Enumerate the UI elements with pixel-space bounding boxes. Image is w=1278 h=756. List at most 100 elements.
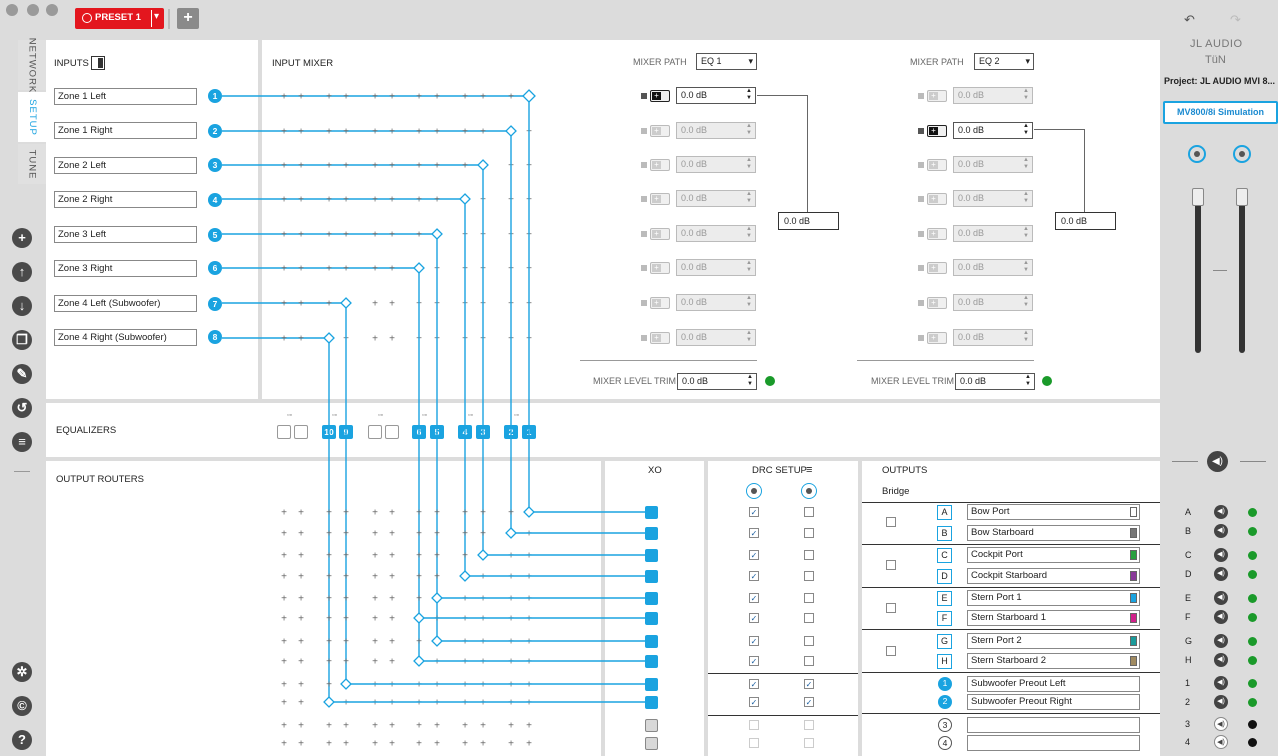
route-node[interactable]: + xyxy=(281,92,287,103)
output-name-field[interactable] xyxy=(967,717,1140,733)
route-node[interactable]: + xyxy=(526,572,532,583)
route-node[interactable]: + xyxy=(281,739,287,750)
route-node[interactable]: + xyxy=(326,739,332,750)
route-node[interactable]: + xyxy=(416,594,422,605)
route-node[interactable]: + xyxy=(526,739,532,750)
xo-button[interactable] xyxy=(645,719,658,732)
route-node[interactable]: + xyxy=(372,614,378,625)
drc-checkbox[interactable]: ✓ xyxy=(749,571,759,581)
route-node[interactable]: + xyxy=(434,508,440,519)
color-swatch[interactable] xyxy=(1130,636,1137,646)
route-node[interactable]: + xyxy=(462,680,468,691)
route-node[interactable]: + xyxy=(462,637,468,648)
route-node[interactable]: + xyxy=(434,721,440,732)
speaker-icon[interactable]: ◀) xyxy=(1214,653,1228,667)
drc-checkbox[interactable] xyxy=(749,720,759,730)
xo-button[interactable] xyxy=(645,570,658,583)
color-swatch[interactable] xyxy=(1130,571,1137,581)
simulation-button[interactable]: MV800/8i Simulation xyxy=(1163,101,1278,124)
route-node[interactable]: + xyxy=(462,161,468,172)
drc-checkbox[interactable] xyxy=(804,738,814,748)
route-node[interactable]: + xyxy=(389,230,395,241)
route-node[interactable]: + xyxy=(372,572,378,583)
route-node[interactable]: + xyxy=(416,739,422,750)
route-node[interactable]: + xyxy=(372,92,378,103)
route-node[interactable]: + xyxy=(326,529,332,540)
route-node[interactable]: + xyxy=(480,680,486,691)
speaker-icon[interactable]: ◀) xyxy=(1214,548,1228,562)
xo-button[interactable] xyxy=(645,612,658,625)
drc-checkbox[interactable]: ✓ xyxy=(749,550,759,560)
xo-button[interactable] xyxy=(645,635,658,648)
drc-checkbox[interactable]: ✓ xyxy=(749,507,759,517)
route-node[interactable]: + xyxy=(526,637,532,648)
fader-handle[interactable] xyxy=(1236,188,1248,206)
drc-checkbox[interactable] xyxy=(804,528,814,538)
drc-checkbox[interactable] xyxy=(804,720,814,730)
route-connection-node[interactable] xyxy=(323,332,335,344)
route-connection-node[interactable] xyxy=(431,228,443,240)
drc-checkbox[interactable]: ✓ xyxy=(804,697,814,707)
bridge-checkbox[interactable] xyxy=(886,603,896,613)
route-node[interactable]: + xyxy=(526,551,532,562)
route-node[interactable]: + xyxy=(343,657,349,668)
route-node[interactable]: + xyxy=(372,529,378,540)
route-node[interactable]: + xyxy=(372,127,378,138)
route-node[interactable]: + xyxy=(372,739,378,750)
route-node[interactable]: + xyxy=(326,92,332,103)
route-node[interactable]: + xyxy=(389,572,395,583)
speaker-icon[interactable]: ◀) xyxy=(1214,591,1228,605)
drc-ring-2[interactable] xyxy=(801,483,817,499)
route-node[interactable]: + xyxy=(416,529,422,540)
route-node[interactable]: + xyxy=(372,161,378,172)
route-node[interactable]: + xyxy=(389,508,395,519)
route-node[interactable]: + xyxy=(372,721,378,732)
route-node[interactable]: + xyxy=(298,721,304,732)
route-node[interactable]: + xyxy=(298,614,304,625)
redo-icon[interactable]: ↷ xyxy=(1230,12,1241,28)
route-node[interactable]: + xyxy=(298,508,304,519)
route-node[interactable]: + xyxy=(343,594,349,605)
route-node[interactable]: + xyxy=(480,739,486,750)
route-node[interactable]: + xyxy=(434,698,440,709)
route-connection-node[interactable] xyxy=(413,262,425,274)
route-node[interactable]: + xyxy=(281,698,287,709)
route-node[interactable]: + xyxy=(343,698,349,709)
route-node[interactable]: + xyxy=(281,594,287,605)
route-node[interactable]: + xyxy=(326,551,332,562)
route-node[interactable]: + xyxy=(298,127,304,138)
route-node[interactable]: + xyxy=(326,161,332,172)
route-node[interactable]: + xyxy=(389,657,395,668)
route-node[interactable]: + xyxy=(416,721,422,732)
route-node[interactable]: + xyxy=(298,529,304,540)
bridge-checkbox[interactable] xyxy=(886,517,896,527)
route-connection-node[interactable] xyxy=(431,635,443,647)
route-node[interactable]: + xyxy=(462,508,468,519)
route-node[interactable]: + xyxy=(416,680,422,691)
route-node[interactable]: + xyxy=(526,594,532,605)
route-node[interactable]: + xyxy=(326,572,332,583)
route-node[interactable]: + xyxy=(462,698,468,709)
xo-button[interactable] xyxy=(645,737,658,750)
route-node[interactable]: + xyxy=(508,657,514,668)
route-node[interactable]: + xyxy=(389,594,395,605)
xo-button[interactable] xyxy=(645,592,658,605)
output-name-field[interactable]: Cockpit Port xyxy=(967,547,1140,563)
color-swatch[interactable] xyxy=(1130,528,1137,538)
route-node[interactable]: + xyxy=(389,161,395,172)
route-node[interactable]: + xyxy=(434,551,440,562)
route-node[interactable]: + xyxy=(298,594,304,605)
speaker-icon[interactable]: ◀) xyxy=(1214,610,1228,624)
route-node[interactable]: + xyxy=(281,127,287,138)
route-node[interactable]: + xyxy=(389,614,395,625)
route-node[interactable]: + xyxy=(462,721,468,732)
route-node[interactable]: + xyxy=(508,572,514,583)
route-node[interactable]: + xyxy=(326,637,332,648)
route-node[interactable]: + xyxy=(389,299,395,310)
speaker-icon[interactable]: ◀) xyxy=(1214,567,1228,581)
route-connection-node[interactable] xyxy=(459,193,471,205)
route-node[interactable]: + xyxy=(281,334,287,345)
master-fader-right[interactable] xyxy=(1239,190,1245,353)
route-node[interactable]: + xyxy=(298,92,304,103)
route-node[interactable]: + xyxy=(372,299,378,310)
